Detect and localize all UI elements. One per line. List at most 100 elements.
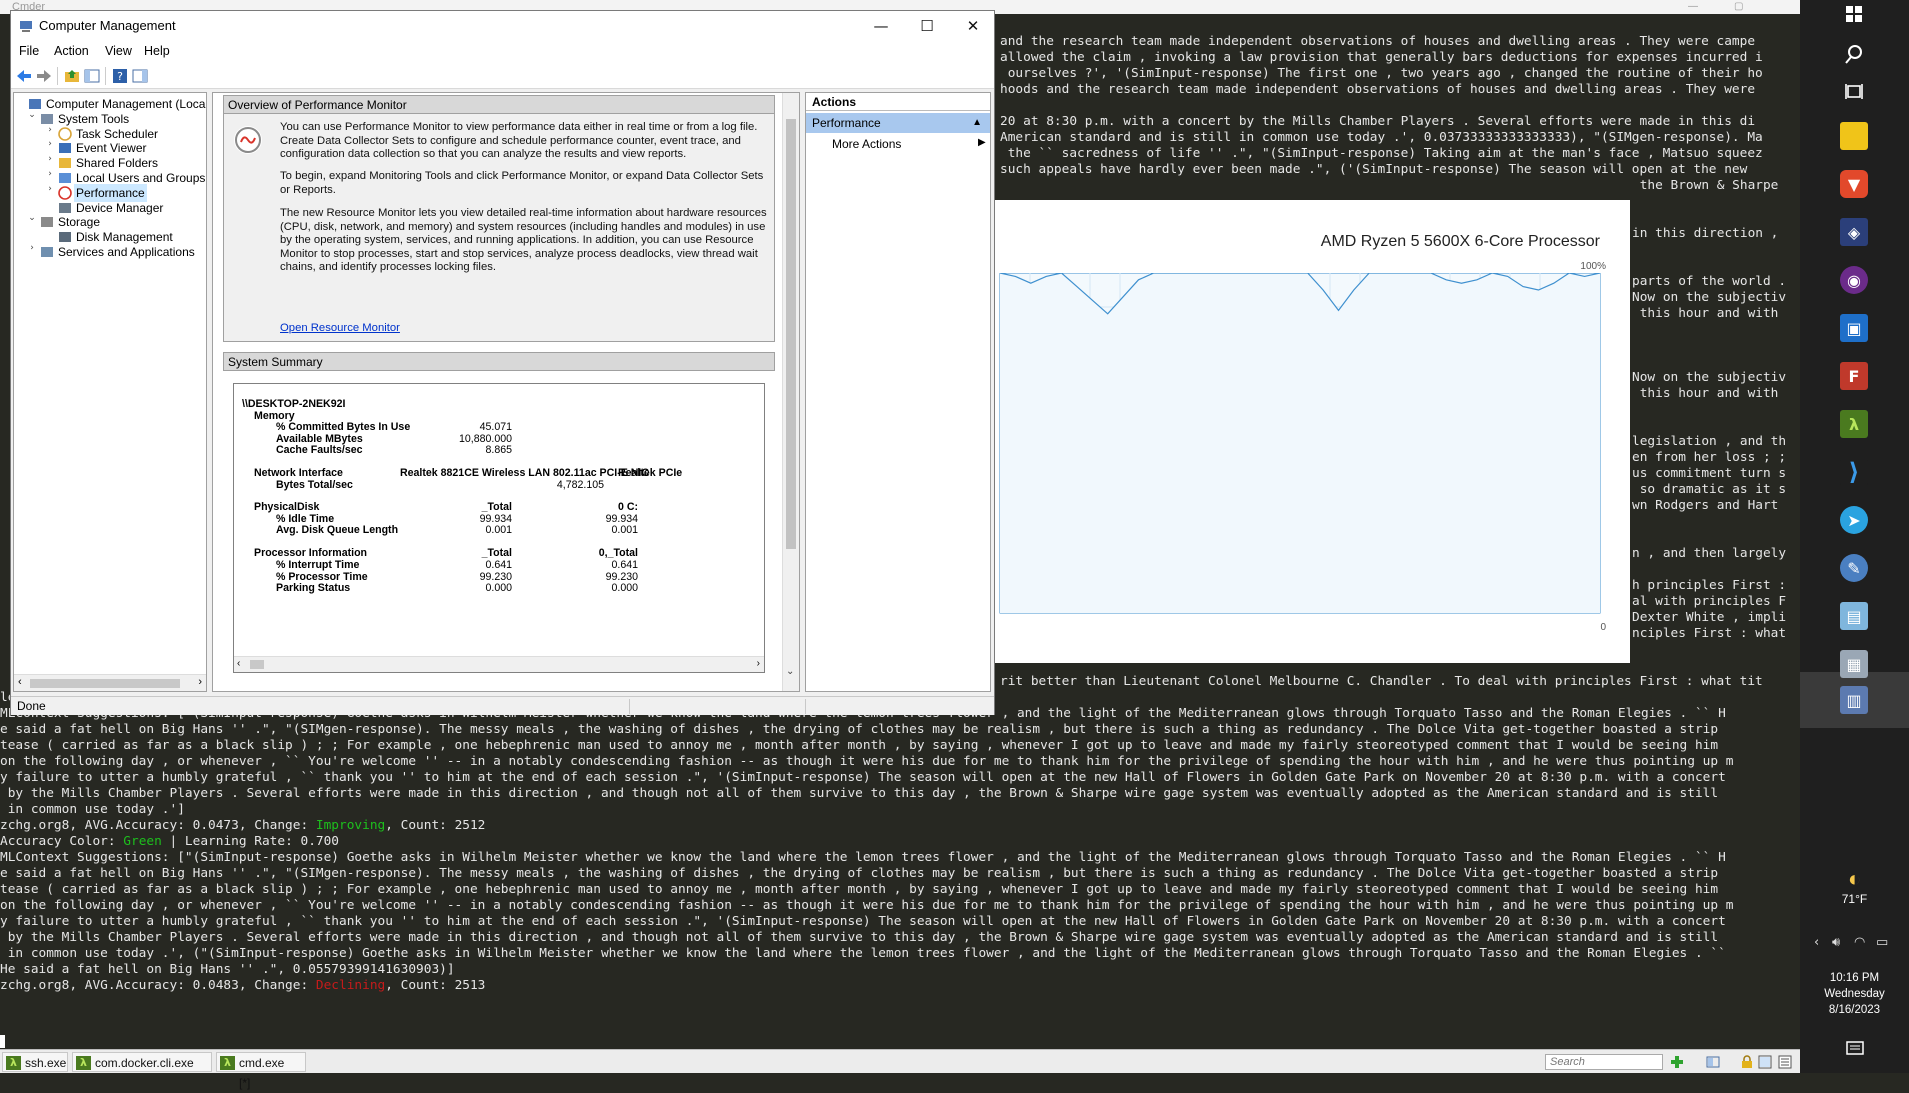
menu-file[interactable]: File — [19, 44, 39, 58]
file-explorer-icon[interactable] — [1840, 122, 1868, 150]
maximize-button[interactable]: ☐ — [904, 11, 950, 41]
expand-chevron-icon[interactable]: › — [26, 243, 38, 253]
terminal-tab-docker[interactable]: λ com.docker.cli.exe — [72, 1052, 212, 1072]
windows-start-icon[interactable] — [1840, 0, 1868, 28]
layout-icon[interactable] — [1706, 1055, 1720, 1069]
battery-icon[interactable]: ▭ — [1876, 935, 1888, 950]
new-console-icon[interactable] — [1670, 1055, 1684, 1069]
terminal-minimize-button[interactable]: — — [1688, 0, 1698, 14]
terminal-line: y failure to utter a humbly grateful , `… — [0, 914, 1726, 930]
actions-performance-section[interactable]: Performance ▲ — [806, 113, 990, 133]
up-folder-icon[interactable] — [63, 67, 81, 85]
collapse-chevron-icon[interactable]: ⌄ — [26, 110, 38, 120]
open-resource-monitor-link[interactable]: Open Resource Monitor — [280, 322, 400, 334]
menu-help[interactable]: Help — [144, 44, 170, 58]
scroll-thumb[interactable] — [250, 660, 264, 669]
network-title: Network Interface — [254, 467, 343, 479]
weather-widget[interactable]: ◐ 71°F — [1800, 866, 1909, 906]
expand-chevron-icon[interactable]: › — [44, 154, 56, 164]
filezilla-icon[interactable]: F — [1840, 362, 1868, 390]
clock-date: 8/16/2023 — [1828, 1004, 1881, 1016]
app-icon-2[interactable]: ◉ — [1840, 266, 1868, 294]
expand-chevron-icon[interactable]: › — [44, 139, 56, 149]
results-vertical-scrollbar[interactable]: ⌄ — [782, 93, 799, 691]
scroll-right-icon[interactable]: › — [198, 676, 202, 688]
terminal-search-input[interactable]: Search — [1545, 1054, 1663, 1070]
app-icon-3[interactable]: ▣ — [1840, 314, 1868, 342]
minimize-button[interactable]: — — [858, 11, 904, 41]
search-icon[interactable] — [1840, 40, 1868, 68]
scroll-thumb[interactable] — [786, 119, 796, 549]
system-summary-box: \\DESKTOP-2NEK92I Memory % Committed Byt… — [233, 383, 765, 673]
menu-icon[interactable] — [1778, 1055, 1792, 1069]
terminal-line: al with principles F — [1632, 594, 1786, 610]
chevron-up-icon[interactable]: ‹ — [1814, 935, 1819, 950]
telegram-icon[interactable]: ➤ — [1840, 506, 1868, 534]
computer-management-app-icon — [20, 21, 32, 32]
overview-header[interactable]: Overview of Performance Monitor — [224, 96, 774, 114]
summary-horizontal-scrollbar[interactable]: ‹ › — [234, 656, 764, 672]
show-hide-console-tree-icon[interactable] — [83, 67, 101, 85]
more-actions-item[interactable]: More Actions — [832, 137, 901, 151]
expand-chevron-icon[interactable]: › — [44, 184, 56, 194]
show-hide-action-pane-icon[interactable] — [131, 67, 149, 85]
processor-col1: _Total — [481, 547, 512, 559]
menu-action[interactable]: Action — [54, 44, 89, 58]
app-icon-1[interactable]: ◈ — [1840, 218, 1868, 246]
computer-management-taskbar-icon[interactable]: ▥ — [1840, 686, 1868, 714]
terminal-line: y failure to utter a humbly grateful , `… — [0, 770, 1726, 786]
scroll-left-icon[interactable]: ‹ — [237, 658, 240, 669]
terminal-maximize-button[interactable]: ▢ — [1734, 0, 1743, 14]
committed-label: % Committed Bytes In Use — [276, 421, 411, 433]
scroll-thumb[interactable] — [30, 679, 180, 688]
weather-icon: ◐ — [1847, 866, 1862, 891]
terminal-line-text: the `` sacredness of life '' .", "(SimIn… — [1000, 146, 1763, 161]
expand-chevron-icon[interactable]: › — [44, 125, 56, 135]
terminal-tab-cmd[interactable]: λ cmd.exe [*] — [216, 1052, 306, 1090]
terminal-line: on the following day , or whenever , `` … — [0, 898, 1734, 914]
tree-item-services-and-applications[interactable]: › Services and Applications — [14, 243, 206, 261]
back-arrow-icon[interactable] — [15, 67, 33, 85]
lambda-icon: λ — [6, 1056, 21, 1070]
terminal-tab-ssh[interactable]: λ ssh.exe — [2, 1052, 68, 1072]
help-icon[interactable]: ? — [111, 67, 129, 85]
wifi-icon[interactable]: ◠ — [1854, 935, 1865, 950]
app-icon-4[interactable]: ▤ — [1840, 602, 1868, 630]
volume-icon[interactable]: 🔊︎ — [1832, 935, 1840, 950]
forward-arrow-icon[interactable] — [35, 67, 53, 85]
terminal-line-text: on the following day , or whenever , `` … — [0, 754, 1734, 769]
terminal-line: this hour and with — [1632, 386, 1779, 402]
panel-icon[interactable] — [1758, 1055, 1772, 1069]
terminal-line-text: in common use today .'] — [0, 802, 185, 817]
network-col1: Realtek 8821CE Wireless LAN 802.11ac PCI… — [400, 467, 649, 479]
terminal-line: Accuracy Color: Green | Learning Rate: 0… — [0, 834, 339, 850]
terminal-line: nciples First : what — [1632, 626, 1786, 642]
toolbar: ? — [11, 63, 994, 89]
terminal-line-text: by the Mills Chamber Players . Several e… — [0, 930, 1719, 945]
lock-icon[interactable] — [1740, 1055, 1754, 1069]
menu-view[interactable]: View — [105, 44, 132, 58]
close-button[interactable]: ✕ — [950, 11, 996, 41]
clock[interactable]: 10:16 PM Wednesday 8/16/2023 — [1800, 970, 1909, 1018]
scroll-left-icon[interactable]: ‹ — [18, 676, 22, 688]
expand-chevron-icon[interactable]: › — [44, 169, 56, 179]
terminal-line-text: e said a fat hell on Big Hans '' .", "(S… — [0, 866, 1719, 881]
brave-browser-icon[interactable]: ▼ — [1840, 170, 1868, 198]
paint-icon[interactable]: ✎ — [1840, 554, 1868, 582]
window-titlebar[interactable]: Computer Management — ☐ ✕ — [11, 11, 994, 41]
scroll-right-icon[interactable]: › — [757, 658, 760, 669]
cmder-icon[interactable]: λ — [1840, 410, 1868, 438]
collapse-up-icon[interactable]: ▲ — [972, 113, 982, 133]
interrupt-time-value-1: 0.641 — [485, 559, 512, 571]
clock-day: Wednesday — [1824, 988, 1885, 1000]
tree-horizontal-scrollbar[interactable]: ‹ › — [14, 674, 206, 691]
collapse-chevron-icon[interactable]: ⌄ — [26, 213, 38, 223]
app-icon-5[interactable]: ▦ — [1840, 650, 1868, 678]
system-summary-header[interactable]: System Summary — [223, 352, 775, 371]
vscode-icon[interactable]: ⟩ — [1840, 458, 1868, 486]
terminal-line-text: h principles First : — [1632, 578, 1787, 593]
scroll-down-icon[interactable]: ⌄ — [786, 666, 794, 677]
task-view-icon[interactable] — [1840, 78, 1868, 106]
notifications-icon[interactable] — [1845, 1040, 1865, 1058]
terminal-line-text: in common use today .', ("(SimInput-resp… — [0, 946, 1726, 961]
